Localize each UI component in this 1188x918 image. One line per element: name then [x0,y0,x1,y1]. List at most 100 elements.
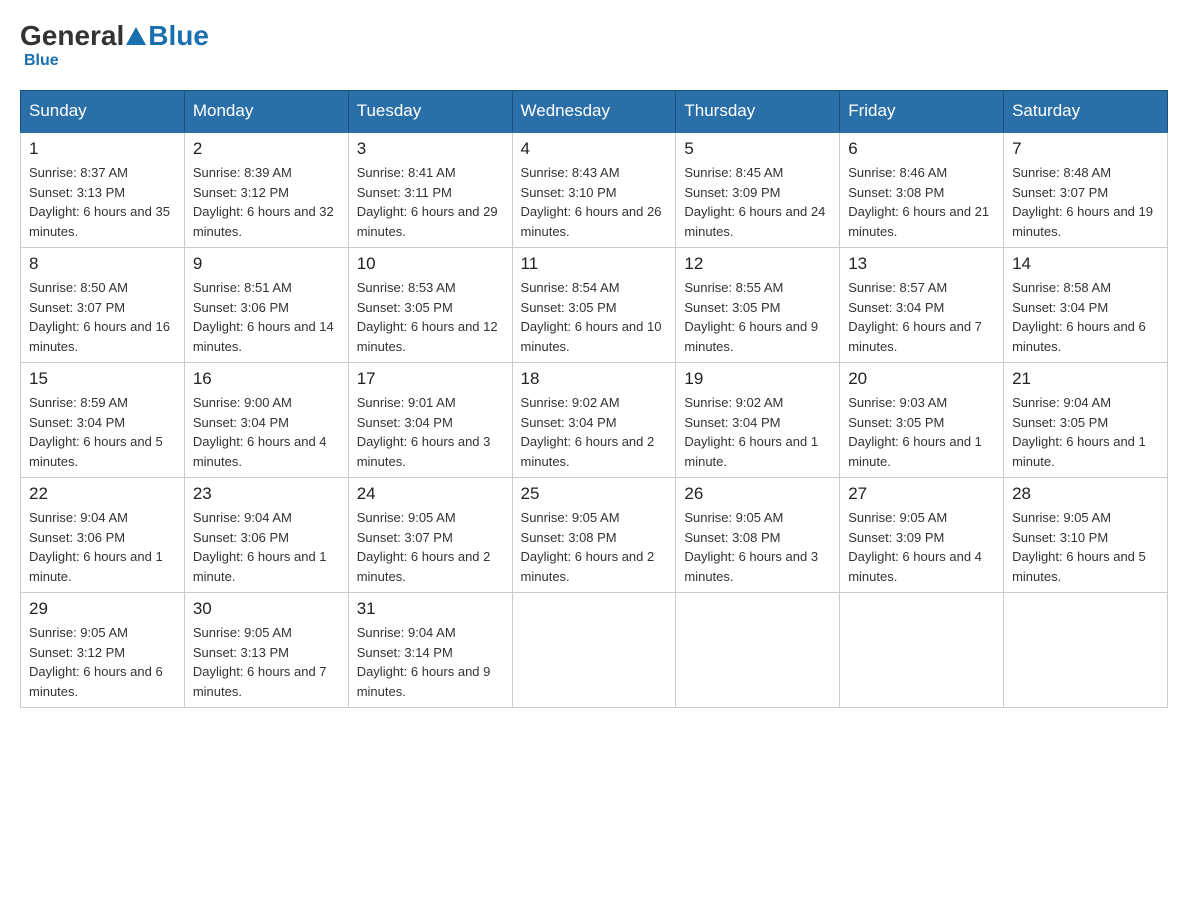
day-number: 5 [684,139,831,159]
calendar-cell: 19 Sunrise: 9:02 AMSunset: 3:04 PMDaylig… [676,363,840,478]
weekday-header-sunday: Sunday [21,91,185,133]
day-number: 11 [521,254,668,274]
logo-triangle-icon [126,27,146,45]
day-number: 20 [848,369,995,389]
calendar-cell: 21 Sunrise: 9:04 AMSunset: 3:05 PMDaylig… [1004,363,1168,478]
calendar-table: SundayMondayTuesdayWednesdayThursdayFrid… [20,90,1168,708]
day-info: Sunrise: 8:43 AMSunset: 3:10 PMDaylight:… [521,163,668,241]
calendar-week-row: 1 Sunrise: 8:37 AMSunset: 3:13 PMDayligh… [21,132,1168,248]
day-number: 2 [193,139,340,159]
day-number: 9 [193,254,340,274]
day-info: Sunrise: 9:04 AMSunset: 3:06 PMDaylight:… [29,508,176,586]
day-info: Sunrise: 8:45 AMSunset: 3:09 PMDaylight:… [684,163,831,241]
day-info: Sunrise: 8:41 AMSunset: 3:11 PMDaylight:… [357,163,504,241]
calendar-cell: 4 Sunrise: 8:43 AMSunset: 3:10 PMDayligh… [512,132,676,248]
day-info: Sunrise: 8:48 AMSunset: 3:07 PMDaylight:… [1012,163,1159,241]
day-info: Sunrise: 9:02 AMSunset: 3:04 PMDaylight:… [684,393,831,471]
day-info: Sunrise: 9:05 AMSunset: 3:08 PMDaylight:… [521,508,668,586]
weekday-header-row: SundayMondayTuesdayWednesdayThursdayFrid… [21,91,1168,133]
day-info: Sunrise: 9:04 AMSunset: 3:06 PMDaylight:… [193,508,340,586]
day-info: Sunrise: 8:55 AMSunset: 3:05 PMDaylight:… [684,278,831,356]
weekday-header-monday: Monday [184,91,348,133]
day-info: Sunrise: 8:50 AMSunset: 3:07 PMDaylight:… [29,278,176,356]
day-info: Sunrise: 9:05 AMSunset: 3:09 PMDaylight:… [848,508,995,586]
calendar-week-row: 29 Sunrise: 9:05 AMSunset: 3:12 PMDaylig… [21,593,1168,708]
day-number: 31 [357,599,504,619]
calendar-cell: 8 Sunrise: 8:50 AMSunset: 3:07 PMDayligh… [21,248,185,363]
calendar-cell: 26 Sunrise: 9:05 AMSunset: 3:08 PMDaylig… [676,478,840,593]
calendar-cell [676,593,840,708]
logo-subtitle: Blue [24,52,59,69]
calendar-cell: 12 Sunrise: 8:55 AMSunset: 3:05 PMDaylig… [676,248,840,363]
day-number: 22 [29,484,176,504]
day-number: 6 [848,139,995,159]
calendar-cell: 16 Sunrise: 9:00 AMSunset: 3:04 PMDaylig… [184,363,348,478]
day-info: Sunrise: 9:05 AMSunset: 3:07 PMDaylight:… [357,508,504,586]
day-info: Sunrise: 9:03 AMSunset: 3:05 PMDaylight:… [848,393,995,471]
day-number: 18 [521,369,668,389]
logo-general-text: General [20,20,124,52]
weekday-header-tuesday: Tuesday [348,91,512,133]
day-number: 14 [1012,254,1159,274]
day-number: 25 [521,484,668,504]
calendar-cell: 30 Sunrise: 9:05 AMSunset: 3:13 PMDaylig… [184,593,348,708]
day-number: 26 [684,484,831,504]
calendar-cell: 28 Sunrise: 9:05 AMSunset: 3:10 PMDaylig… [1004,478,1168,593]
day-info: Sunrise: 9:02 AMSunset: 3:04 PMDaylight:… [521,393,668,471]
day-number: 15 [29,369,176,389]
day-number: 29 [29,599,176,619]
day-info: Sunrise: 9:05 AMSunset: 3:08 PMDaylight:… [684,508,831,586]
day-info: Sunrise: 8:59 AMSunset: 3:04 PMDaylight:… [29,393,176,471]
calendar-week-row: 8 Sunrise: 8:50 AMSunset: 3:07 PMDayligh… [21,248,1168,363]
calendar-cell: 18 Sunrise: 9:02 AMSunset: 3:04 PMDaylig… [512,363,676,478]
day-info: Sunrise: 9:04 AMSunset: 3:05 PMDaylight:… [1012,393,1159,471]
day-info: Sunrise: 8:39 AMSunset: 3:12 PMDaylight:… [193,163,340,241]
day-number: 27 [848,484,995,504]
page-header: General Blue Blue [20,20,1168,70]
day-info: Sunrise: 8:53 AMSunset: 3:05 PMDaylight:… [357,278,504,356]
calendar-cell: 13 Sunrise: 8:57 AMSunset: 3:04 PMDaylig… [840,248,1004,363]
calendar-cell: 24 Sunrise: 9:05 AMSunset: 3:07 PMDaylig… [348,478,512,593]
weekday-header-thursday: Thursday [676,91,840,133]
day-info: Sunrise: 8:54 AMSunset: 3:05 PMDaylight:… [521,278,668,356]
calendar-cell: 22 Sunrise: 9:04 AMSunset: 3:06 PMDaylig… [21,478,185,593]
weekday-header-wednesday: Wednesday [512,91,676,133]
weekday-header-saturday: Saturday [1004,91,1168,133]
calendar-cell: 9 Sunrise: 8:51 AMSunset: 3:06 PMDayligh… [184,248,348,363]
calendar-week-row: 15 Sunrise: 8:59 AMSunset: 3:04 PMDaylig… [21,363,1168,478]
day-number: 19 [684,369,831,389]
day-number: 17 [357,369,504,389]
calendar-cell: 25 Sunrise: 9:05 AMSunset: 3:08 PMDaylig… [512,478,676,593]
calendar-cell [512,593,676,708]
calendar-cell: 6 Sunrise: 8:46 AMSunset: 3:08 PMDayligh… [840,132,1004,248]
day-info: Sunrise: 8:46 AMSunset: 3:08 PMDaylight:… [848,163,995,241]
day-number: 7 [1012,139,1159,159]
weekday-header-friday: Friday [840,91,1004,133]
calendar-week-row: 22 Sunrise: 9:04 AMSunset: 3:06 PMDaylig… [21,478,1168,593]
day-number: 1 [29,139,176,159]
day-number: 13 [848,254,995,274]
day-info: Sunrise: 8:37 AMSunset: 3:13 PMDaylight:… [29,163,176,241]
day-number: 12 [684,254,831,274]
calendar-cell: 1 Sunrise: 8:37 AMSunset: 3:13 PMDayligh… [21,132,185,248]
calendar-cell: 27 Sunrise: 9:05 AMSunset: 3:09 PMDaylig… [840,478,1004,593]
calendar-cell [1004,593,1168,708]
day-info: Sunrise: 9:05 AMSunset: 3:10 PMDaylight:… [1012,508,1159,586]
calendar-cell: 29 Sunrise: 9:05 AMSunset: 3:12 PMDaylig… [21,593,185,708]
calendar-cell [840,593,1004,708]
day-number: 10 [357,254,504,274]
day-info: Sunrise: 9:05 AMSunset: 3:13 PMDaylight:… [193,623,340,701]
day-number: 28 [1012,484,1159,504]
day-info: Sunrise: 9:05 AMSunset: 3:12 PMDaylight:… [29,623,176,701]
calendar-cell: 20 Sunrise: 9:03 AMSunset: 3:05 PMDaylig… [840,363,1004,478]
day-number: 24 [357,484,504,504]
calendar-cell: 11 Sunrise: 8:54 AMSunset: 3:05 PMDaylig… [512,248,676,363]
calendar-cell: 7 Sunrise: 8:48 AMSunset: 3:07 PMDayligh… [1004,132,1168,248]
day-info: Sunrise: 9:01 AMSunset: 3:04 PMDaylight:… [357,393,504,471]
logo-blue-text: Blue [148,20,209,52]
day-number: 3 [357,139,504,159]
day-info: Sunrise: 8:57 AMSunset: 3:04 PMDaylight:… [848,278,995,356]
day-number: 8 [29,254,176,274]
calendar-cell: 17 Sunrise: 9:01 AMSunset: 3:04 PMDaylig… [348,363,512,478]
calendar-cell: 10 Sunrise: 8:53 AMSunset: 3:05 PMDaylig… [348,248,512,363]
